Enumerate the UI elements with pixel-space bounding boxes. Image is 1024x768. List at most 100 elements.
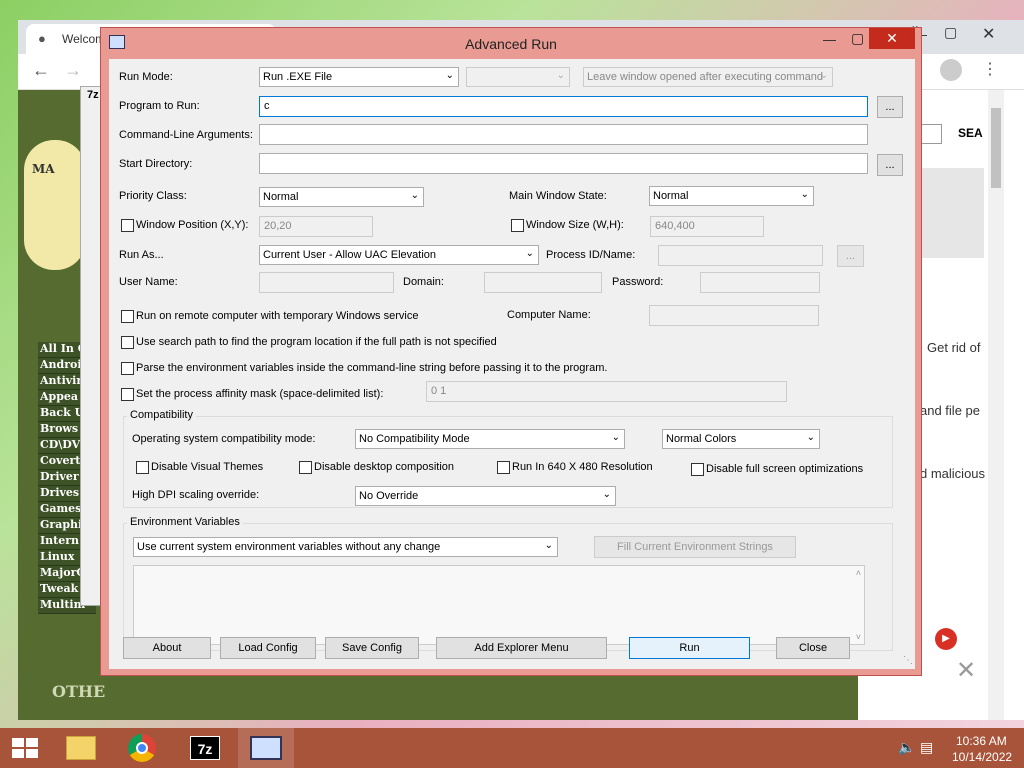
winpos-value: 20,20 <box>264 220 292 232</box>
disable-fullscreen-checkbox[interactable] <box>691 463 704 476</box>
priority-label: Priority Class: <box>119 190 187 202</box>
resize-grip-icon[interactable]: ⋱ <box>903 655 913 666</box>
disable-fullscreen-label: Disable full screen optimizations <box>706 463 864 475</box>
site-search-button[interactable]: SEA <box>958 126 983 140</box>
save-config-button[interactable]: Save Config <box>325 637 419 659</box>
windows-icon <box>12 738 38 758</box>
close-dialog-button[interactable]: Close <box>776 637 850 659</box>
minimize-icon[interactable]: — <box>823 32 836 47</box>
run-640-checkbox[interactable] <box>497 461 510 474</box>
program-input[interactable]: c <box>259 96 868 117</box>
username-input[interactable] <box>259 272 394 293</box>
add-explorer-menu-button[interactable]: Add Explorer Menu <box>436 637 607 659</box>
affinity-input[interactable]: 0 1 <box>426 381 787 402</box>
load-config-button[interactable]: Load Config <box>220 637 316 659</box>
browse-program-button[interactable]: ... <box>877 96 903 118</box>
pid-input[interactable] <box>658 245 823 266</box>
password-input[interactable] <box>700 272 820 293</box>
affinity-label: Set the process affinity mask (space-del… <box>136 388 384 400</box>
env-group-title: Environment Variables <box>127 516 243 528</box>
folder-icon <box>66 736 96 760</box>
maximize-icon[interactable]: ▢ <box>944 24 957 41</box>
leave-window-select[interactable]: Leave window opened after executing comm… <box>583 67 833 87</box>
colors-value: Normal Colors <box>666 433 737 445</box>
mainwin-select[interactable]: Normal ⌄ <box>649 186 814 206</box>
chevron-down-icon: ⌄ <box>611 432 620 443</box>
dialog-title-bar[interactable]: Advanced Run — ▢ ✕ <box>101 28 921 58</box>
colors-select[interactable]: Normal Colors ⌄ <box>662 429 820 449</box>
taskbar: 7z 🔈 ▤ 10:36 AM 10/14/2022 <box>0 728 1024 768</box>
domain-input[interactable] <box>484 272 602 293</box>
priority-select[interactable]: Normal ⌄ <box>259 187 424 207</box>
runas-label: Run As... <box>119 249 164 261</box>
run-mode-select[interactable]: Run .EXE File ⌄ <box>259 67 459 87</box>
winsize-input[interactable]: 640,400 <box>650 216 764 237</box>
browse-startdir-button[interactable]: ... <box>877 154 903 176</box>
browser-scrollbar[interactable] <box>988 90 1004 720</box>
volume-muted-icon[interactable]: 🔈 <box>898 739 915 756</box>
env-select[interactable]: Use current system environment variables… <box>133 537 558 557</box>
taskbar-chrome[interactable] <box>114 728 170 768</box>
clock-time[interactable]: 10:36 AM <box>956 734 1007 748</box>
affinity-checkbox[interactable] <box>121 388 134 401</box>
computer-input[interactable] <box>649 305 819 326</box>
network-icon[interactable]: ▤ <box>920 739 933 756</box>
dialog-body: Run Mode: Run .EXE File ⌄ ⌄ Leave window … <box>109 59 915 669</box>
avatar-icon[interactable] <box>940 59 962 81</box>
compat-os-value: No Compatibility Mode <box>359 433 470 445</box>
start-button[interactable] <box>0 728 56 768</box>
mainwin-value: Normal <box>653 190 689 202</box>
advanced-run-dialog: Advanced Run — ▢ ✕ Run Mode: Run .EXE Fi… <box>100 27 922 676</box>
run-button[interactable]: Run <box>629 637 750 659</box>
domain-label: Domain: <box>403 276 444 288</box>
chevron-down-icon: ⌄ <box>445 70 454 81</box>
winpos-label: Window Position (X,Y): <box>136 219 249 231</box>
remote-checkbox[interactable] <box>121 310 134 323</box>
7zip-icon: 7z <box>190 736 220 760</box>
taskbar-file-explorer[interactable] <box>54 728 110 768</box>
searchpath-label: Use search path to find the program loca… <box>136 336 497 348</box>
pid-browse-button[interactable]: ... <box>837 245 864 267</box>
winpos-checkbox[interactable] <box>121 219 134 232</box>
run-mode-value: Run .EXE File <box>263 71 333 83</box>
winpos-input[interactable]: 20,20 <box>259 216 373 237</box>
close-ad-icon[interactable]: ✕ <box>956 656 976 685</box>
chevron-down-icon: ⌄ <box>819 70 828 81</box>
parseenv-checkbox[interactable] <box>121 362 134 375</box>
menu-icon[interactable]: ⋮ <box>982 59 998 79</box>
taskbar-7zip[interactable]: 7z <box>178 728 234 768</box>
back-icon[interactable]: ← <box>32 60 50 81</box>
affinity-value: 0 1 <box>431 385 447 397</box>
scroll-down-icon[interactable]: ˅ <box>856 632 861 642</box>
fill-env-button[interactable]: Fill Current Environment Strings <box>594 536 796 558</box>
disable-themes-checkbox[interactable] <box>136 461 149 474</box>
about-button[interactable]: About <box>123 637 211 659</box>
close-button[interactable]: ✕ <box>869 28 915 49</box>
startdir-input[interactable] <box>259 153 868 174</box>
secondary-mode-select[interactable]: ⌄ <box>466 67 570 87</box>
disable-desktop-checkbox[interactable] <box>299 461 312 474</box>
scrollbar-thumb[interactable] <box>991 108 1001 188</box>
dpi-select[interactable]: No Override ⌄ <box>355 486 616 506</box>
close-icon[interactable]: ✕ <box>982 24 995 44</box>
site-text-3: d malicious <box>920 466 986 481</box>
scroll-up-icon[interactable]: ˄ <box>856 568 861 578</box>
runas-select[interactable]: Current User - Allow UAC Elevation ⌄ <box>259 245 539 265</box>
maximize-icon[interactable]: ▢ <box>851 30 864 47</box>
chevron-down-icon: ⌄ <box>525 248 534 259</box>
browser-tab-title: Welcom <box>62 32 106 46</box>
youtube-icon[interactable]: ▶ <box>935 628 957 650</box>
compat-os-label: Operating system compatibility mode: <box>132 433 316 445</box>
site-other: OTHE <box>52 682 106 701</box>
searchpath-checkbox[interactable] <box>121 336 134 349</box>
winsize-checkbox[interactable] <box>511 219 524 232</box>
env-textarea[interactable]: ˄ ˅ <box>133 565 865 645</box>
chevron-down-icon: ⌄ <box>410 190 419 201</box>
cmdline-input[interactable] <box>259 124 868 145</box>
username-label: User Name: <box>119 276 178 288</box>
clock-date[interactable]: 10/14/2022 <box>952 750 1012 764</box>
taskbar-advanced-run[interactable] <box>238 728 294 768</box>
globe-icon: ● <box>38 31 46 46</box>
forward-icon[interactable]: → <box>64 60 82 81</box>
compat-os-select[interactable]: No Compatibility Mode ⌄ <box>355 429 625 449</box>
